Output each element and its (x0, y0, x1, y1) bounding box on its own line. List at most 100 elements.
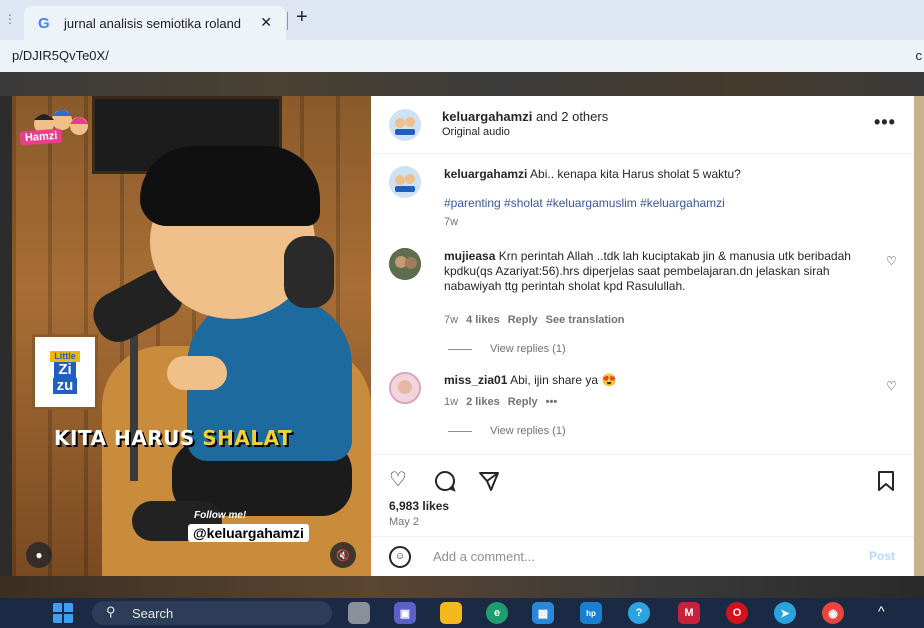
telegram-icon[interactable]: ➤ (774, 602, 796, 624)
likes-count[interactable]: 6,983 likes (389, 499, 449, 513)
caption-highlight: SHALAT (202, 426, 293, 450)
view-replies-label[interactable]: View replies (1) (490, 425, 566, 437)
view-replies-label[interactable]: View replies (1) (490, 343, 566, 355)
video-caption: KITA HARUS SHALAT (54, 426, 292, 450)
comments-list[interactable]: keluargahamzi Abi.. kenapa kita Harus sh… (371, 154, 914, 454)
comment-time: 1w (444, 396, 459, 408)
tab-close-icon[interactable]: ✕ (260, 14, 272, 31)
hashtags[interactable]: #parenting #sholat #keluargamuslim #kelu… (444, 196, 725, 210)
avatar-photo-icon (391, 374, 419, 402)
caption-username[interactable]: keluargahamzi (444, 167, 527, 181)
headphone (284, 236, 334, 308)
caption-text: keluargahamzi Abi.. kenapa kita Harus sh… (444, 167, 874, 182)
next-post-peek (914, 96, 924, 576)
view-replies-button[interactable]: View replies (1) (448, 343, 566, 355)
post-button[interactable]: Post (869, 549, 895, 563)
replies-line (448, 348, 472, 350)
post-actions: ♡ 6,983 likes May 2 (371, 454, 914, 540)
browser-tab-bar: ⋮ G jurnal analisis semiotika roland ✕ + (0, 0, 924, 40)
comment-avatar[interactable] (389, 248, 421, 280)
comment-more-icon[interactable]: ••• (546, 396, 558, 408)
caption-avatar[interactable] (389, 166, 421, 198)
taskbar-search[interactable]: ⚲ Search (92, 601, 332, 625)
handle-text: @keluargahamzi (188, 524, 309, 542)
comment-text: miss_zia01 Abi, ijin share ya 😍 (444, 373, 874, 388)
mute-icon[interactable]: 🔇 (330, 542, 356, 568)
tab-title: jurnal analisis semiotika roland (64, 15, 242, 31)
comment-meta: 7w 4 likes Reply See translation (444, 314, 633, 326)
header-others: and 2 others (532, 109, 609, 124)
logo-label: Hamzi (19, 128, 63, 146)
view-replies-button[interactable]: View replies (1) (448, 425, 566, 437)
url-text[interactable]: p/DJIR5QvTe0X/ (12, 48, 109, 63)
file-explorer-icon[interactable] (440, 602, 462, 624)
security-app-icon[interactable]: M (678, 602, 700, 624)
little-zizu-badge: Little Zi zu (32, 334, 98, 410)
meet-icon[interactable]: ▣ (394, 602, 416, 624)
opera-icon[interactable]: O (726, 602, 748, 624)
google-icon: G (38, 14, 50, 32)
header-username[interactable]: keluargahamzi and 2 others (442, 109, 608, 124)
emoji-icon[interactable]: ☺ (389, 546, 411, 568)
comment-body: Abi, ijin share ya 😍 (507, 373, 617, 387)
follow-text: Follow me! (194, 510, 247, 521)
post-header: keluargahamzi and 2 others Original audi… (371, 96, 914, 154)
character-hair (140, 146, 320, 226)
badge-little: Little (50, 350, 80, 362)
caption-body: Abi.. kenapa kita Harus sholat 5 waktu? (527, 167, 741, 181)
more-options-icon[interactable]: ••• (874, 112, 896, 133)
mic-stand (130, 321, 138, 481)
comment-like-icon[interactable]: ♡ (886, 379, 897, 393)
comment-likes[interactable]: 2 likes (466, 396, 500, 408)
see-translation-button[interactable]: See translation (546, 314, 625, 326)
reel-video[interactable]: Hamzi Little Zi zu KITA HARUS SHALAT Fol… (12, 96, 371, 576)
comment-body: Krn perintah Allah ..tdk lah kuciptakab … (444, 249, 851, 293)
reply-button[interactable]: Reply (508, 396, 538, 408)
background-bottom-thumbnails (0, 576, 924, 598)
store-icon[interactable]: ▦ (532, 602, 554, 624)
avatar-art-icon (389, 109, 421, 141)
search-label: Search (132, 606, 174, 621)
add-comment-bar: ☺ Add a comment... Post (371, 536, 914, 576)
comment-username[interactable]: mujieasa (444, 249, 495, 263)
address-bar-end-icon: c (915, 48, 923, 63)
header-audio[interactable]: Original audio (442, 126, 510, 138)
comment-bubble-icon[interactable] (433, 469, 457, 493)
reply-button[interactable]: Reply (508, 314, 538, 326)
bookmark-icon[interactable] (875, 469, 897, 493)
windows-start-icon[interactable] (52, 602, 74, 624)
header-user[interactable]: keluargahamzi (442, 109, 532, 124)
comment-username[interactable]: miss_zia01 (444, 373, 507, 387)
edge-browser-icon[interactable]: e (486, 602, 508, 624)
character-hand (167, 356, 227, 390)
caption-time: 7w (444, 216, 459, 228)
tagged-user-icon[interactable]: ● (26, 542, 52, 568)
replies-line (448, 430, 472, 432)
comment-text: mujieasa Krn perintah Allah ..tdk lah ku… (444, 249, 874, 294)
comment-meta: 1w 2 likes Reply ••• (444, 396, 565, 408)
background-thumbnails (0, 72, 924, 96)
avatar-art-icon (389, 166, 421, 198)
address-bar[interactable]: p/DJIR5QvTe0X/ c (0, 40, 924, 72)
share-send-icon[interactable] (477, 469, 501, 493)
comment-input[interactable]: Add a comment... (433, 549, 535, 564)
post-date: May 2 (389, 516, 419, 528)
comment-like-icon[interactable]: ♡ (886, 254, 897, 268)
comment-avatar[interactable] (389, 372, 421, 404)
tab-edge-icon: ⋮ (4, 12, 16, 26)
chrome-icon[interactable]: ◉ (822, 602, 844, 624)
help-icon[interactable]: ? (628, 602, 650, 624)
like-heart-icon[interactable]: ♡ (389, 467, 407, 492)
hp-app-icon[interactable]: hp (580, 602, 602, 624)
comment-likes[interactable]: 4 likes (466, 314, 500, 326)
caption-white: KITA HARUS (54, 426, 203, 450)
browser-tab[interactable]: G jurnal analisis semiotika roland ✕ (24, 6, 286, 40)
task-view-icon[interactable] (348, 602, 370, 624)
post-panel: keluargahamzi and 2 others Original audi… (371, 96, 914, 576)
tray-chevron-icon[interactable]: ^ (878, 603, 885, 619)
new-tab-button[interactable]: + (296, 6, 308, 29)
badge-zu: zu (52, 377, 78, 394)
avatar[interactable] (389, 109, 421, 141)
windows-taskbar: ⚲ Search ▣ e ▦ hp ? M O ➤ ◉ ^ (0, 598, 924, 628)
tab-separator (287, 12, 288, 30)
